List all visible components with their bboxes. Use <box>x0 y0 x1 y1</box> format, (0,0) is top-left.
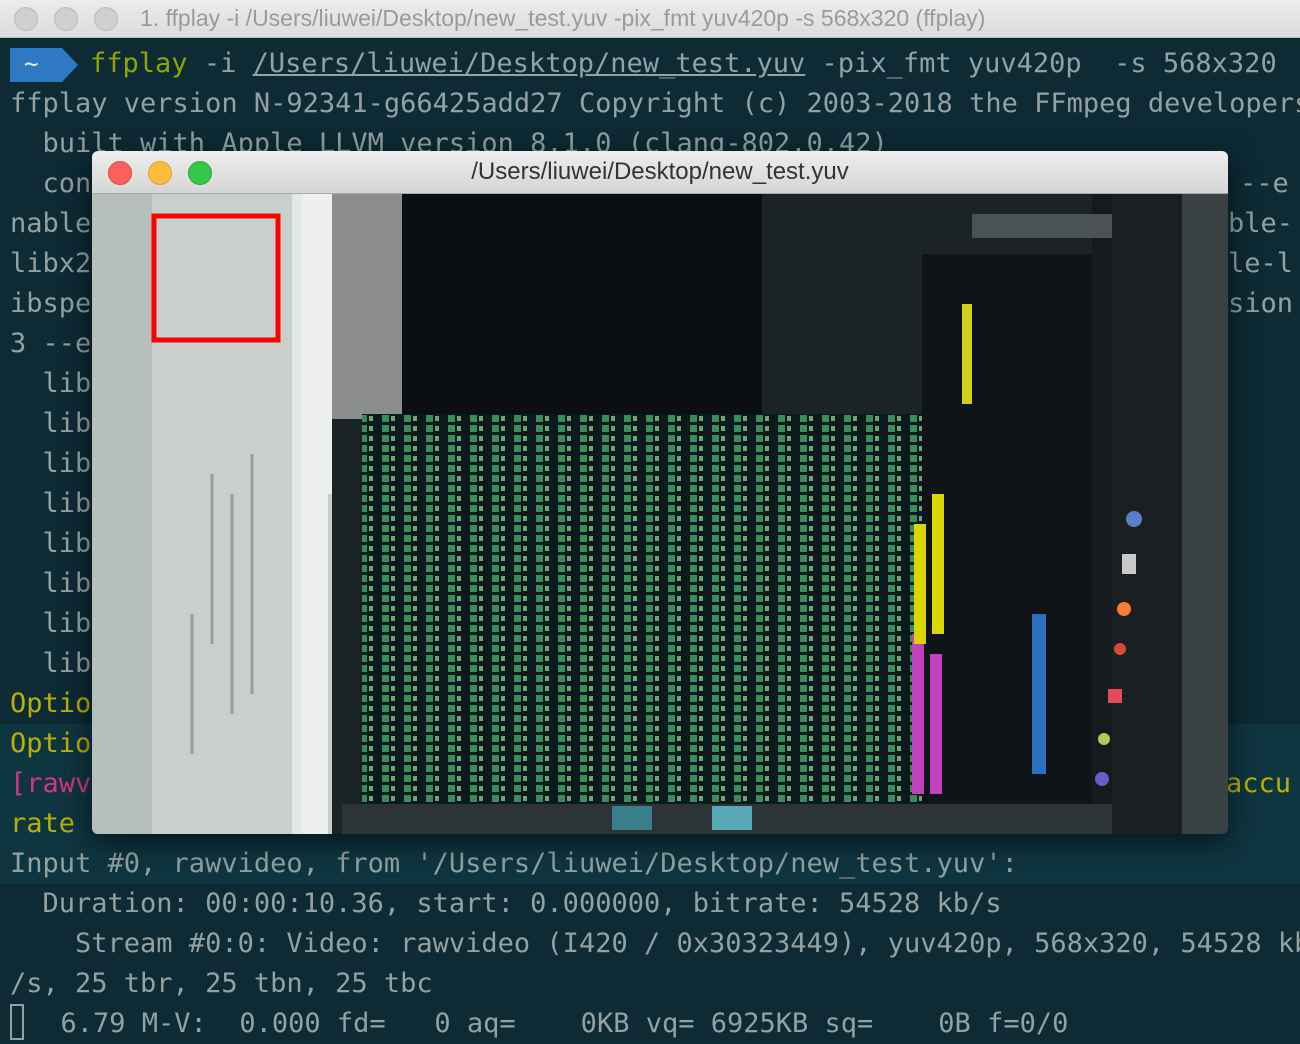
ffplay-window[interactable]: /Users/liuwei/Desktop/new_test.yuv <box>92 151 1228 834</box>
stream-line-cont: /s, 25 tbr, 25 tbn, 25 tbc <box>10 968 433 999</box>
libx2-line: libx2 <box>10 248 92 279</box>
video-frame[interactable] <box>92 194 1228 834</box>
nable-line: nable <box>10 208 92 239</box>
terminal-titlebar: 1. ffplay -i /Users/liuwei/Desktop/new_t… <box>0 0 1300 38</box>
option-line-2: Optio <box>10 728 92 759</box>
ffplay-titlebar[interactable]: /Users/liuwei/Desktop/new_test.yuv <box>92 151 1228 194</box>
lib-line-1: lib <box>10 368 92 399</box>
nable-line-right: ble- <box>1228 208 1294 239</box>
command-path[interactable]: /Users/liuwei/Desktop/new_test.yuv <box>253 48 806 79</box>
libx2-line-right: le-l <box>1228 248 1294 279</box>
command-flag: -i <box>203 48 237 79</box>
ibspe-line: ibspe <box>10 288 92 319</box>
lib-line-4: lib <box>10 488 92 519</box>
status-line: 6.79 M-V: 0.000 fd= 0 aq= 0KB vq= 6925KB… <box>28 1008 1069 1039</box>
lib-line-6: lib <box>10 568 92 599</box>
prompt-arrow-icon <box>62 48 78 82</box>
ffplay-title: /Users/liuwei/Desktop/new_test.yuv <box>471 158 849 185</box>
command-program: ffplay <box>90 48 188 79</box>
command-line: ffplay -i /Users/liuwei/Desktop/new_test… <box>90 44 1277 84</box>
rawvideo-warning-line: [rawv <box>10 768 92 799</box>
rate-line: rate <box>10 808 76 839</box>
terminal-cursor <box>10 1004 24 1040</box>
input-line: Input #0, rawvideo, from '/Users/liuwei/… <box>10 848 1018 879</box>
config-line: con <box>10 168 92 199</box>
minimize-button[interactable] <box>54 7 78 31</box>
ibspe-line-right: sion <box>1228 288 1294 319</box>
lib-line-3: lib <box>10 448 92 479</box>
version-line: ffplay version N-92341-g66425add27 Copyr… <box>10 88 1300 119</box>
zoom-button[interactable] <box>94 7 118 31</box>
lib-line-5: lib <box>10 528 92 559</box>
rawvideo-warning-right: accu <box>1226 768 1292 799</box>
config-line-right: --e <box>1240 168 1289 199</box>
duration-line: Duration: 00:00:10.36, start: 0.000000, … <box>10 888 1002 919</box>
option-line-1: Optio <box>10 688 92 719</box>
lib-line-2: lib <box>10 408 92 439</box>
terminal-title: 1. ffplay -i /Users/liuwei/Desktop/new_t… <box>140 5 986 31</box>
lib-line-7: lib <box>10 608 92 639</box>
video-frame-image <box>92 194 1228 834</box>
close-button[interactable] <box>14 7 38 31</box>
prompt-badge: ~ <box>10 48 62 82</box>
lib-line-8: lib <box>10 648 92 679</box>
stream-line: Stream #0:0: Video: rawvideo (I420 / 0x3… <box>10 928 1300 959</box>
command-args: -pix_fmt yuv420p -s 568x320 <box>821 48 1277 79</box>
enable-line: 3 --e <box>10 328 92 359</box>
